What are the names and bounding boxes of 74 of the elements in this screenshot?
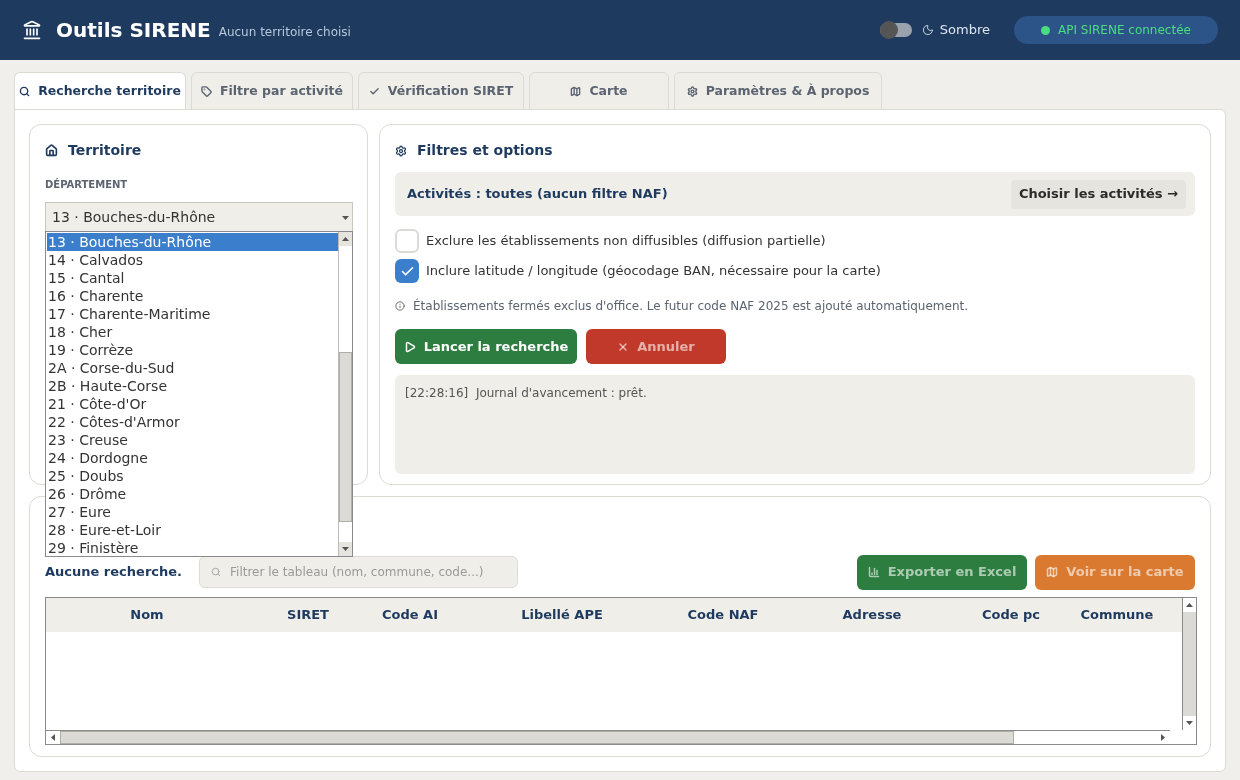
scrollbar-thumb[interactable] [60,731,1014,744]
department-option[interactable]: 24 · Dordogne [47,449,338,467]
department-option[interactable]: 2B · Haute-Corse [47,377,338,395]
tab[interactable]: Recherche territoire [14,72,186,110]
column-header[interactable]: Libellé APE [452,598,672,632]
department-option[interactable]: 27 · Eure [47,503,338,521]
settings-icon [395,144,407,157]
bar-chart-icon [867,566,880,578]
info-icon [395,301,405,311]
tab[interactable]: Vérification SIRET [358,72,524,110]
department-option[interactable]: 25 · Doubs [47,467,338,485]
department-option[interactable]: 21 · Côte-d'Or [47,395,338,413]
app-subtitle: Aucun territoire choisi [218,24,351,41]
department-option[interactable]: 15 · Cantal [47,269,338,287]
api-status-label: API SIRENE connectée [1058,22,1191,39]
moon-icon [921,24,934,36]
map-icon [1046,566,1059,578]
play-icon [403,340,416,353]
close-icon [617,340,630,353]
tab[interactable]: Paramètres & À propos [674,72,882,110]
activities-summary: Activités : toutes (aucun filtre NAF) [407,185,669,204]
department-option[interactable]: 18 · Cher [47,323,338,341]
department-option[interactable]: 2A · Corse-du-Sud [47,359,338,377]
column-header[interactable]: Adresse [774,598,970,632]
tag-icon [201,85,212,97]
log-entry: [22:28:16] Journal d'avancement : prêt. [405,385,647,402]
department-option[interactable]: 26 · Drôme [47,485,338,503]
card-title: Filtres et options [417,141,553,160]
department-option[interactable]: 13 · Bouches-du-Rhône [47,233,338,251]
department-option[interactable]: 23 · Creuse [47,431,338,449]
app-title: Outils SIRENE [56,17,211,44]
column-header[interactable]: SIRET [248,598,368,632]
scroll-down-arrow-icon[interactable] [1186,721,1193,725]
checkbox-label: Inclure latitude / longitude (géocodage BAN, nécessaire pour la carte) [426,262,881,281]
results-status: Aucune recherche. [45,563,182,582]
department-option[interactable]: 16 · Charente [47,287,338,305]
checkbox[interactable] [395,229,419,253]
field-label: DÉPARTEMENT [45,177,128,192]
table-filter-field[interactable]: Filtrer le tableau (nom, commune, code...) [199,556,518,588]
scroll-up-arrow-icon[interactable] [1186,603,1193,607]
landmark-icon [22,20,42,40]
map-icon [570,85,582,97]
department-select[interactable]: 13 · Bouches-du-Rhône [45,202,353,233]
dark-mode-label: Sombre [939,21,990,40]
search-icon [19,85,31,97]
checkbox[interactable] [395,259,419,283]
check-icon [368,85,380,97]
department-option[interactable]: 14 · Calvados [47,251,338,269]
info-note: Établissements fermés exclus d'office. Le futur code NAF 2025 est ajouté automatiquement. [413,297,969,315]
department-option[interactable]: 22 · Côtes-d'Armor [47,413,338,431]
department-option[interactable]: 19 · Corrèze [47,341,338,359]
card-title: Territoire [68,141,142,160]
column-header[interactable]: Nom [46,598,248,632]
search-icon [211,567,221,577]
choose-activities-button[interactable]: Choisir les activités → [1010,179,1186,209]
department-option[interactable]: 17 · Charente-Maritime [47,305,338,323]
dark-mode-toggle[interactable] [879,23,912,37]
scroll-up-arrow-icon[interactable] [342,237,349,241]
scroll-right-arrow-icon[interactable] [1161,734,1165,741]
settings-icon [686,85,698,97]
scrollbar-thumb[interactable] [339,352,352,522]
scroll-left-arrow-icon[interactable] [51,734,55,741]
column-header[interactable]: Code AI [368,598,452,632]
search-button[interactable]: Lancer la recherche [395,329,577,364]
column-header[interactable]: Code pc [970,598,1052,632]
caret-icon [342,215,349,220]
tab[interactable]: Carte [529,72,669,110]
column-header[interactable]: Code NAF [672,598,774,632]
department-option[interactable]: 28 · Eure-et-Loir [47,521,338,539]
tab[interactable]: Filtre par activité [191,72,353,110]
scroll-down-arrow-icon[interactable] [342,547,349,551]
checkbox-label: Exclure les établissements non diffusibles (diffusion partielle) [426,232,826,251]
department-option[interactable]: 29 · Finistère [47,539,338,557]
column-header[interactable]: Commune [1052,598,1182,632]
